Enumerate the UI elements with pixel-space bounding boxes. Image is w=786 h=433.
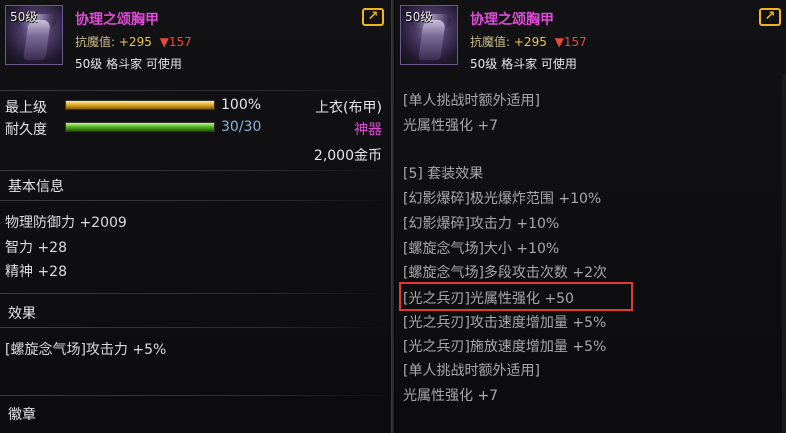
divider <box>0 170 392 171</box>
divider <box>0 395 392 396</box>
option-line: [单人挑战时额外适用] <box>403 93 540 109</box>
item-tooltip-left: 50级 协理之颂胸甲 抗魔值: +295 ▼157 50级 格斗家 可使用 ↗ … <box>0 0 392 433</box>
item-portrait-icon: 50级 <box>400 5 458 65</box>
divider <box>0 90 392 91</box>
upgrade-bar-fill <box>66 101 214 109</box>
set-effect-title: [5] 套装效果 <box>403 166 484 182</box>
phys-def-line: 物理防御力 +2009 <box>5 215 127 231</box>
highlight-box <box>399 282 633 311</box>
item-compare-tooltips: 50级 协理之颂胸甲 抗魔值: +295 ▼157 50级 格斗家 可使用 ↗ … <box>0 0 786 433</box>
item-level-tag: 50级 <box>10 10 38 24</box>
durability-value: 30/30 <box>221 119 262 135</box>
divider <box>0 327 392 328</box>
item-rarity: 神器 <box>354 122 382 138</box>
set-effect-line: [螺旋念气场]多段攻击次数 +2次 <box>403 265 608 281</box>
option-line: [单人挑战时额外适用] <box>403 363 540 379</box>
durability-bar <box>65 122 215 132</box>
upgrade-bar <box>65 100 215 110</box>
item-portrait-icon: 50级 <box>5 5 63 65</box>
basic-info-title: 基本信息 <box>8 179 64 195</box>
item-requirement: 50级 格斗家 可使用 <box>75 57 182 71</box>
intelligence-line: 智力 +28 <box>5 240 67 256</box>
durability-bar-fill <box>66 123 214 131</box>
magic-resist-value: +295 <box>513 35 547 49</box>
magic-resist-label: 抗魔值: <box>470 35 511 49</box>
spirit-line: 精神 +28 <box>5 264 67 280</box>
set-effect-line: [幻影爆碎]攻击力 +10% <box>403 216 560 232</box>
upgrade-value: 100% <box>221 97 262 113</box>
share-arrow-icon[interactable]: ↗ <box>759 8 781 26</box>
item-level-tag: 50级 <box>405 10 433 24</box>
option-line: 光属性强化 +7 <box>403 388 499 404</box>
share-arrow-icon[interactable]: ↗ <box>362 8 384 26</box>
magic-resist-value: +295 <box>118 35 152 49</box>
option-line: 光属性强化 +7 <box>403 118 499 134</box>
emblem-title: 徽章 <box>8 407 36 423</box>
magic-resist-label: 抗魔值: <box>75 35 116 49</box>
divider <box>0 293 392 294</box>
magic-resist-diff: ▼157 <box>554 35 587 49</box>
item-tooltip-right: 50级 协理之颂胸甲 抗魔值: +295 ▼157 50级 格斗家 可使用 ↗ … <box>395 0 786 433</box>
set-effect-line: [光之兵刃]攻击速度增加量 +5% <box>403 315 607 331</box>
item-header: 50级 协理之颂胸甲 抗魔值: +295 ▼157 50级 格斗家 可使用 ↗ <box>395 0 786 74</box>
effect-title: 效果 <box>8 306 36 322</box>
magic-resist-diff: ▼157 <box>159 35 192 49</box>
item-header: 50级 协理之颂胸甲 抗魔值: +295 ▼157 50级 格斗家 可使用 ↗ <box>0 0 392 74</box>
divider <box>0 200 392 201</box>
item-name: 协理之颂胸甲 <box>75 12 159 28</box>
set-effect-line: [幻影爆碎]极光爆炸范围 +10% <box>403 191 602 207</box>
item-requirement: 50级 格斗家 可使用 <box>470 57 577 71</box>
set-effect-line: [光之兵刃]施放速度增加量 +5% <box>403 339 607 355</box>
item-price: 2,000金币 <box>313 148 382 164</box>
upgrade-label: 最上级 <box>5 100 47 116</box>
set-effect-line: [螺旋念气场]大小 +10% <box>403 241 560 257</box>
effect-line: [螺旋念气场]攻击力 +5% <box>5 342 167 358</box>
durability-row: 耐久度 30/30 <box>5 119 385 138</box>
magic-resist-line: 抗魔值: +295 ▼157 <box>470 33 587 50</box>
scrollbar[interactable] <box>782 74 786 433</box>
durability-label: 耐久度 <box>5 122 47 138</box>
magic-resist-line: 抗魔值: +295 ▼157 <box>75 33 192 50</box>
slot-type: 上衣(布甲) <box>315 100 382 116</box>
item-name: 协理之颂胸甲 <box>470 12 554 28</box>
